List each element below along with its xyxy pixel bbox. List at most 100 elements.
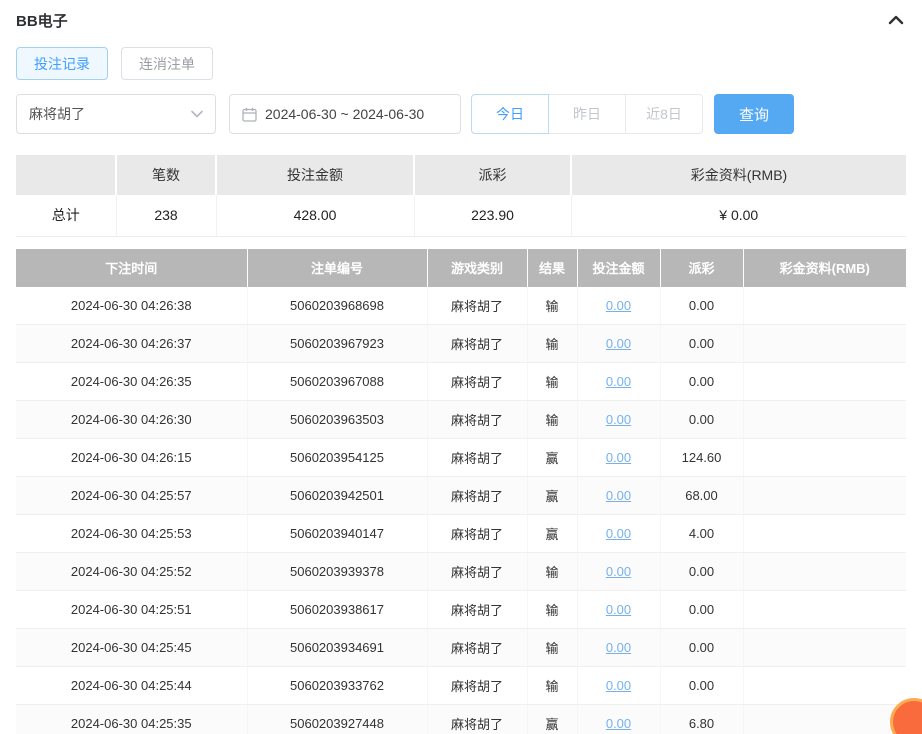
cell-game-category: 麻将胡了 bbox=[427, 438, 528, 477]
cell-result: 输 bbox=[527, 324, 578, 363]
bet-amount-link[interactable]: 0.00 bbox=[606, 678, 631, 693]
summary-header-bet: 投注金额 bbox=[216, 155, 415, 195]
table-row: 2024-06-30 04:25:35 5060203927448 麻将胡了赢 0.0… bbox=[16, 704, 906, 734]
cell-payout: 0.00 bbox=[660, 362, 744, 401]
summary-total-bonus: ¥ 0.00 bbox=[571, 195, 906, 237]
cell-bet-amount: 0.00 bbox=[577, 438, 661, 477]
bet-amount-link[interactable]: 0.00 bbox=[606, 450, 631, 465]
table-row: 2024-06-30 04:26:38 5060203968698 麻将胡了输 0.0… bbox=[16, 286, 906, 325]
table-row: 2024-06-30 04:25:53 5060203940147 麻将胡了赢 0.0… bbox=[16, 514, 906, 553]
cell-bonus bbox=[743, 286, 906, 325]
cell-payout: 0.00 bbox=[660, 324, 744, 363]
cell-game-category: 麻将胡了 bbox=[427, 590, 528, 629]
tab-canceled-orders[interactable]: 连消注单 bbox=[121, 47, 213, 80]
cell-result: 输 bbox=[527, 628, 578, 667]
summary-header-count: 笔数 bbox=[116, 155, 217, 195]
cell-game-category: 麻将胡了 bbox=[427, 324, 528, 363]
range-last8days-button[interactable]: 近8日 bbox=[625, 94, 703, 134]
table-row: 2024-06-30 04:26:15 5060203954125 麻将胡了赢 0.0… bbox=[16, 438, 906, 477]
bet-records-panel: BB电子 投注记录 连消注单 麻将胡了 2024-06-30 ~ 2024-06… bbox=[0, 0, 922, 734]
summary-total-bet: 428.00 bbox=[216, 195, 415, 237]
header-result: 结果 bbox=[527, 248, 578, 287]
game-select-value: 麻将胡了 bbox=[29, 106, 85, 122]
table-row: 2024-06-30 04:25:44 5060203933762 麻将胡了输 0.0… bbox=[16, 666, 906, 705]
cell-bet-amount: 0.00 bbox=[577, 286, 661, 325]
summary-header-row: 笔数 投注金额 派彩 彩金资料(RMB) bbox=[16, 155, 906, 195]
cell-bonus bbox=[743, 628, 906, 667]
cell-order-number: 5060203968698 bbox=[247, 286, 428, 325]
table-row: 2024-06-30 04:25:45 5060203934691 麻将胡了输 0.0… bbox=[16, 628, 906, 667]
game-select[interactable]: 麻将胡了 bbox=[16, 94, 216, 134]
bet-amount-link[interactable]: 0.00 bbox=[606, 488, 631, 503]
cell-bet-time: 2024-06-30 04:25:57 bbox=[16, 476, 248, 515]
bet-amount-link[interactable]: 0.00 bbox=[606, 640, 631, 655]
bet-amount-link[interactable]: 0.00 bbox=[606, 336, 631, 351]
cell-bet-amount: 0.00 bbox=[577, 590, 661, 629]
range-today-button[interactable]: 今日 bbox=[471, 94, 549, 134]
cell-bet-time: 2024-06-30 04:25:52 bbox=[16, 552, 248, 591]
cell-bet-time: 2024-06-30 04:26:15 bbox=[16, 438, 248, 477]
cell-bet-time: 2024-06-30 04:25:51 bbox=[16, 590, 248, 629]
bet-amount-link[interactable]: 0.00 bbox=[606, 716, 631, 731]
cell-game-category: 麻将胡了 bbox=[427, 666, 528, 705]
cell-game-category: 麻将胡了 bbox=[427, 704, 528, 734]
chevron-down-icon bbox=[191, 110, 203, 118]
bet-amount-link[interactable]: 0.00 bbox=[606, 374, 631, 389]
cell-game-category: 麻将胡了 bbox=[427, 628, 528, 667]
bet-amount-link[interactable]: 0.00 bbox=[606, 564, 631, 579]
tab-bar: 投注记录 连消注单 bbox=[16, 47, 906, 80]
cell-bonus bbox=[743, 400, 906, 439]
range-yesterday-button[interactable]: 昨日 bbox=[548, 94, 626, 134]
quick-range-group: 今日 昨日 近8日 bbox=[471, 94, 703, 134]
cell-bonus bbox=[743, 552, 906, 591]
cell-bet-amount: 0.00 bbox=[577, 400, 661, 439]
cell-game-category: 麻将胡了 bbox=[427, 476, 528, 515]
cell-order-number: 5060203939378 bbox=[247, 552, 428, 591]
cell-bonus bbox=[743, 704, 906, 734]
cell-bonus bbox=[743, 324, 906, 363]
cell-bonus bbox=[743, 362, 906, 401]
cell-result: 输 bbox=[527, 552, 578, 591]
bet-amount-link[interactable]: 0.00 bbox=[606, 298, 631, 313]
cell-payout: 4.00 bbox=[660, 514, 744, 553]
cell-bet-time: 2024-06-30 04:25:35 bbox=[16, 704, 248, 734]
cell-bet-amount: 0.00 bbox=[577, 704, 661, 734]
bet-amount-link[interactable]: 0.00 bbox=[606, 526, 631, 541]
date-range-picker[interactable]: 2024-06-30 ~ 2024-06-30 bbox=[229, 94, 461, 134]
filter-bar: 麻将胡了 2024-06-30 ~ 2024-06-30 今日 昨日 近8日 查… bbox=[16, 94, 906, 134]
bet-table: 下注时间 注单编号 游戏类别 结果 投注金额 派彩 彩金资料(RMB) 2024… bbox=[16, 248, 906, 734]
bet-table-body: 2024-06-30 04:26:38 5060203968698 麻将胡了输 0.0… bbox=[16, 286, 906, 734]
cell-order-number: 5060203927448 bbox=[247, 704, 428, 734]
cell-bonus bbox=[743, 590, 906, 629]
bet-table-header-row: 下注时间 注单编号 游戏类别 结果 投注金额 派彩 彩金资料(RMB) bbox=[16, 248, 906, 287]
header-bet-amount: 投注金额 bbox=[577, 248, 661, 287]
table-row: 2024-06-30 04:26:35 5060203967088 麻将胡了输 0.0… bbox=[16, 362, 906, 401]
cell-result: 赢 bbox=[527, 438, 578, 477]
calendar-icon bbox=[242, 107, 257, 122]
page-title: BB电子 bbox=[16, 12, 68, 30]
cell-game-category: 麻将胡了 bbox=[427, 286, 528, 325]
search-button[interactable]: 查询 bbox=[714, 94, 794, 134]
collapse-panel-button[interactable] bbox=[888, 14, 904, 26]
date-range-value: 2024-06-30 ~ 2024-06-30 bbox=[265, 106, 425, 122]
header-order-number: 注单编号 bbox=[247, 248, 428, 287]
cell-bet-time: 2024-06-30 04:26:35 bbox=[16, 362, 248, 401]
cell-result: 输 bbox=[527, 362, 578, 401]
bet-amount-link[interactable]: 0.00 bbox=[606, 412, 631, 427]
chevron-up-icon bbox=[888, 15, 904, 25]
cell-bet-amount: 0.00 bbox=[577, 514, 661, 553]
summary-table: 笔数 投注金额 派彩 彩金资料(RMB) 总计 238 428.00 223.9… bbox=[16, 155, 906, 237]
cell-bonus bbox=[743, 438, 906, 477]
cell-result: 赢 bbox=[527, 476, 578, 515]
cell-payout: 0.00 bbox=[660, 590, 744, 629]
cell-bet-amount: 0.00 bbox=[577, 324, 661, 363]
cell-bet-time: 2024-06-30 04:26:38 bbox=[16, 286, 248, 325]
cell-payout: 68.00 bbox=[660, 476, 744, 515]
cell-payout: 0.00 bbox=[660, 666, 744, 705]
cell-order-number: 5060203938617 bbox=[247, 590, 428, 629]
cell-result: 输 bbox=[527, 400, 578, 439]
cell-order-number: 5060203967088 bbox=[247, 362, 428, 401]
tab-bet-records[interactable]: 投注记录 bbox=[16, 47, 108, 80]
bet-amount-link[interactable]: 0.00 bbox=[606, 602, 631, 617]
summary-total-row: 总计 238 428.00 223.90 ¥ 0.00 bbox=[16, 195, 906, 237]
